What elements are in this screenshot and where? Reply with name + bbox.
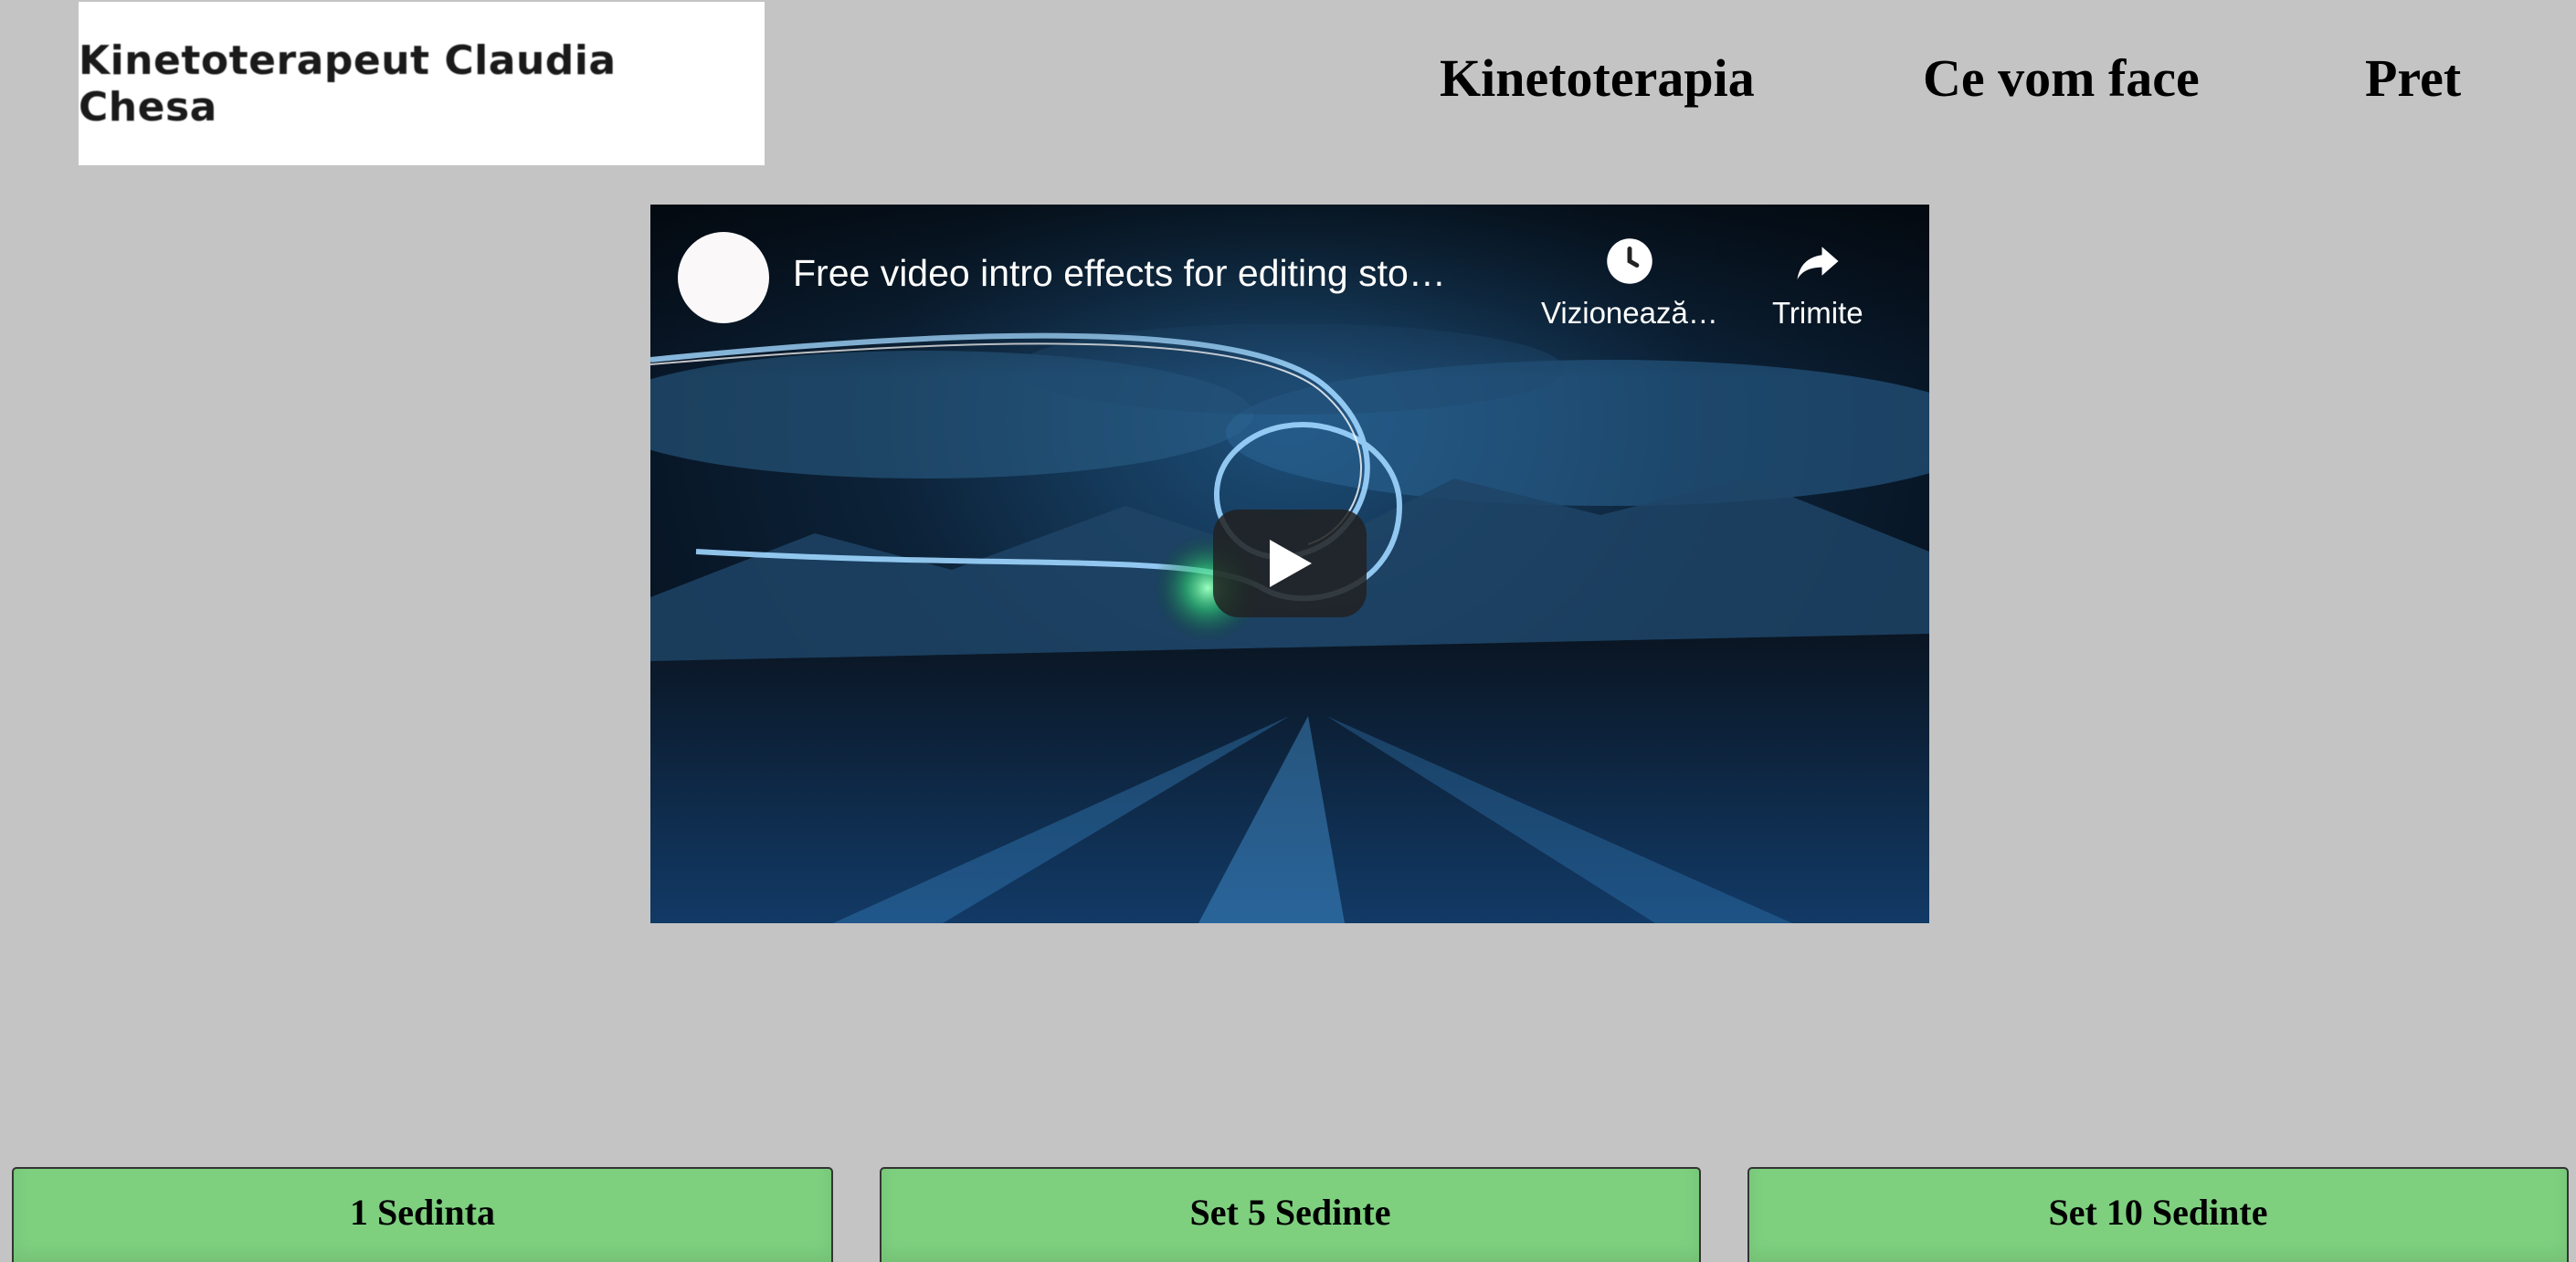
price-option-label: Set 10 Sedinte	[2048, 1192, 2268, 1233]
clock-icon	[1600, 232, 1659, 290]
logo-text: Kinetoterapeut Claudia Chesa	[79, 37, 617, 131]
play-button[interactable]	[1213, 510, 1367, 617]
watch-later-button[interactable]: Vizionează…	[1541, 232, 1718, 331]
price-option-1-sedinta[interactable]: 1 Sedinta	[12, 1167, 833, 1262]
share-arrow-icon	[1789, 232, 1847, 290]
nav-link-pret[interactable]: Pret	[2365, 47, 2461, 109]
site-logo[interactable]: Kinetoterapeut Claudia Chesa	[79, 2, 765, 165]
price-option-label: Set 5 Sedinte	[1189, 1192, 1391, 1233]
share-label: Trimite	[1772, 296, 1863, 330]
price-option-label: 1 Sedinta	[350, 1192, 495, 1233]
price-option-set-5-sedinte[interactable]: Set 5 Sedinte	[880, 1167, 1701, 1262]
share-button[interactable]: Trimite	[1772, 232, 1863, 331]
nav-link-ce-vom-face[interactable]: Ce vom face	[1923, 47, 2200, 109]
play-icon	[1270, 540, 1312, 587]
watch-later-label: Vizionează…	[1541, 296, 1718, 330]
video-embed[interactable]: Free video intro effects for editing sto…	[650, 205, 1929, 923]
channel-avatar[interactable]	[678, 232, 769, 323]
page: Kinetoterapeut Claudia Chesa Kinetoterap…	[0, 0, 2576, 1262]
video-title[interactable]: Free video intro effects for editing sto…	[793, 252, 1446, 295]
price-option-set-10-sedinte[interactable]: Set 10 Sedinte	[1747, 1167, 2569, 1262]
nav-link-kinetoterapia[interactable]: Kinetoterapia	[1440, 47, 1755, 109]
